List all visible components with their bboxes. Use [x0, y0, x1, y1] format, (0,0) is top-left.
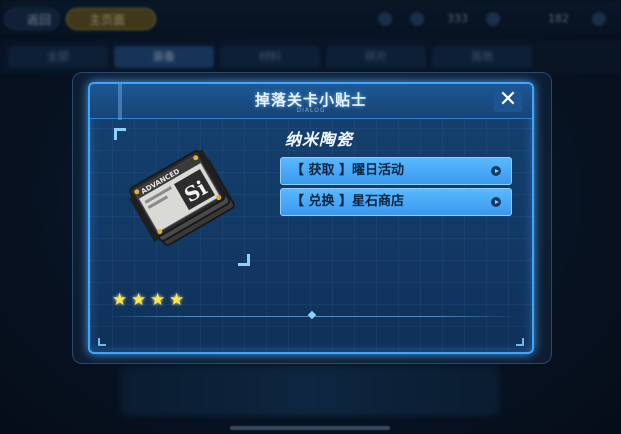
source-button-obtain[interactable]: 【 获取 】曜日活动 [280, 157, 512, 185]
dialog-subtitle: DIALOG [296, 107, 326, 114]
rarity-stars: ★ ★ ★ ★ [112, 290, 188, 310]
star-icon: ★ [169, 290, 185, 310]
source-button-label: 【 兑换 】星石商店 [291, 194, 405, 209]
star-icon: ★ [112, 290, 128, 310]
star-icon: ★ [150, 290, 166, 310]
image-frame-corner-bottom-right [238, 254, 250, 266]
source-button-exchange[interactable]: 【 兑换 】星石商店 [280, 188, 512, 216]
image-frame-corner-top-left [114, 128, 126, 140]
close-button[interactable]: ✕ [494, 88, 522, 112]
item-name: 纳米陶瓷 [285, 130, 354, 149]
play-arrow-icon [491, 197, 501, 207]
dialog-header: 掉落关卡小贴士 DIALOG ✕ [90, 84, 532, 120]
source-button-label: 【 获取 】曜日活动 [291, 163, 405, 178]
corner-tick-left [98, 338, 106, 346]
corner-tick-right [516, 338, 524, 346]
nano-ceramic-chip-icon: ADVANCED Si [129, 149, 235, 246]
drop-stage-tips-dialog: 掉落关卡小贴士 DIALOG ✕ ADVANCED Si 纳米陶瓷 【 获取 】… [88, 82, 534, 354]
star-icon: ★ [131, 290, 147, 310]
play-arrow-icon [491, 166, 501, 176]
